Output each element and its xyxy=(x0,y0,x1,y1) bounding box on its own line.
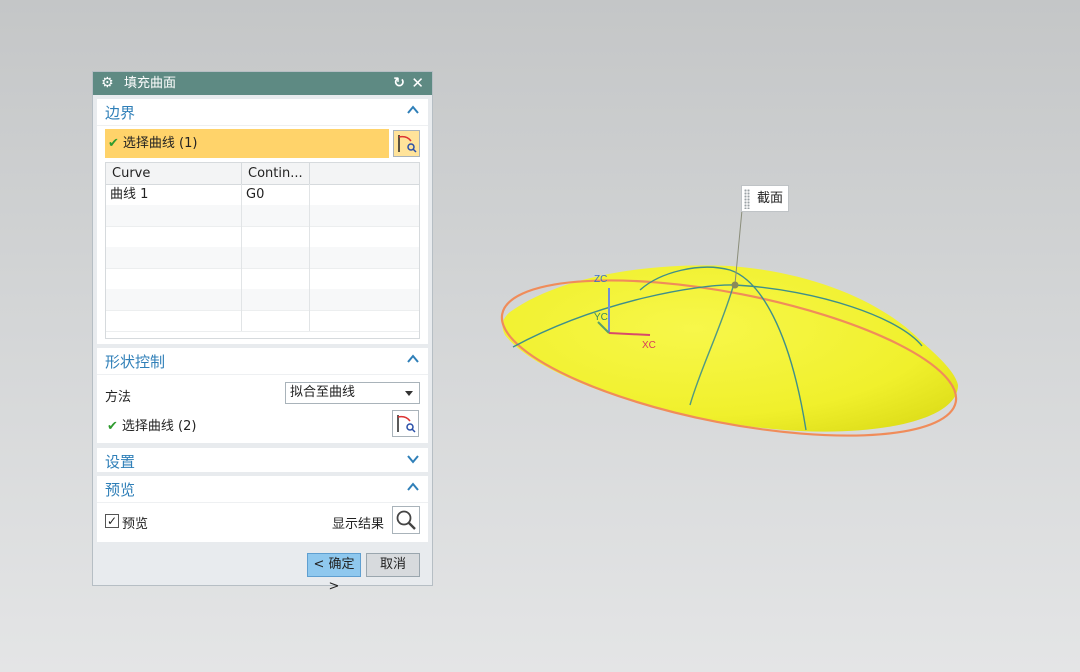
method-dropdown[interactable]: 拟合至曲线 xyxy=(285,382,420,404)
dropdown-arrow-icon[interactable] xyxy=(405,391,413,396)
table-cell-curve: 曲线 1 xyxy=(106,184,242,205)
chevron-down-icon[interactable] xyxy=(406,452,420,466)
reset-icon[interactable]: ↻ xyxy=(393,72,405,95)
method-dropdown-value: 拟合至曲线 xyxy=(290,385,356,400)
table-row[interactable]: 曲线 1 G0 xyxy=(106,184,419,206)
section-tag[interactable]: 截面 xyxy=(741,185,789,212)
fill-surface-dialog: ⚙ 填充曲面 ↻ ✕ 边界 ✔选择曲线 (1) Curve Contin... xyxy=(92,71,433,594)
settings-section-header[interactable]: 设置 xyxy=(97,448,428,474)
axis-label-z: ZC xyxy=(594,274,607,285)
preview-section-header[interactable]: 预览 xyxy=(97,476,428,503)
column-header-curve[interactable]: Curve xyxy=(106,163,242,184)
check-icon: ✔ xyxy=(108,136,119,151)
shape-control-section-title: 形状控制 xyxy=(105,353,166,371)
column-header-continuity[interactable]: Contin... xyxy=(242,163,310,184)
curve-select-icon xyxy=(397,415,416,433)
table-row-empty xyxy=(106,268,419,290)
dialog-title: 填充曲面 xyxy=(124,76,177,91)
dialog-titlebar[interactable]: ⚙ 填充曲面 ↻ ✕ xyxy=(93,72,432,95)
drag-grip-icon[interactable] xyxy=(744,189,750,209)
settings-section: 设置 xyxy=(97,448,428,472)
ok-button[interactable]: < 确定 > xyxy=(307,553,361,594)
chevron-up-icon[interactable] xyxy=(406,480,420,494)
select-curve-row[interactable]: ✔ 选择曲线 (1) xyxy=(105,129,389,158)
select-curve-2-label: 选择曲线 (2) xyxy=(121,419,197,434)
section-point[interactable] xyxy=(731,281,739,289)
show-result-button[interactable] xyxy=(392,506,420,534)
method-label: 方法 xyxy=(105,390,132,405)
cancel-button[interactable]: 取消 xyxy=(366,553,420,577)
shape-control-section-header[interactable]: 形状控制 xyxy=(97,348,428,375)
chevron-up-icon[interactable] xyxy=(406,103,420,117)
fill-surface[interactable] xyxy=(502,265,958,432)
curve-rule-button-2[interactable] xyxy=(392,410,419,437)
table-row-empty xyxy=(106,226,419,248)
axis-label-x: XC xyxy=(642,340,656,351)
curve-rule-button[interactable] xyxy=(393,130,420,157)
boundary-section-header[interactable]: 边界 xyxy=(97,99,428,126)
preview-section-title: 预览 xyxy=(105,481,136,499)
gear-icon[interactable]: ⚙ xyxy=(101,72,114,95)
table-header: Curve Contin... xyxy=(106,163,419,185)
curve-select-icon xyxy=(398,135,417,153)
preview-checkbox-label: 预览 xyxy=(122,517,149,532)
table-row-empty xyxy=(106,289,419,311)
section-tag-label: 截面 xyxy=(757,191,784,206)
chevron-up-icon[interactable] xyxy=(406,352,420,366)
curve-table: Curve Contin... 曲线 1 G0 xyxy=(105,162,420,339)
boundary-section-title: 边界 xyxy=(105,104,136,122)
preview-checkbox[interactable]: ✓ xyxy=(105,514,119,528)
preview-section: 预览 ✓ 预览 显示结果 xyxy=(97,476,428,542)
table-cell-continuity[interactable]: G0 xyxy=(242,184,310,205)
axis-label-y: YC xyxy=(594,312,608,323)
close-icon[interactable]: ✕ xyxy=(411,72,424,95)
table-row-empty xyxy=(106,310,419,332)
check-icon: ✔ xyxy=(107,419,118,434)
select-curve-2-row[interactable]: ✔ 选择曲线 (2) xyxy=(105,415,196,434)
boundary-section: 边界 ✔ 选择曲线 (1) Curve Contin... 曲线 1 G0 xyxy=(97,99,428,344)
show-result-label: 显示结果 xyxy=(332,517,385,532)
magnifier-icon xyxy=(396,510,416,530)
table-row-empty xyxy=(106,247,419,269)
select-curve-label: 选择曲线 (1) xyxy=(122,136,198,151)
table-row-empty xyxy=(106,205,419,227)
settings-section-title: 设置 xyxy=(105,453,136,471)
shape-control-section: 形状控制 方法 拟合至曲线 ✔ 选择曲线 (2) xyxy=(97,348,428,443)
